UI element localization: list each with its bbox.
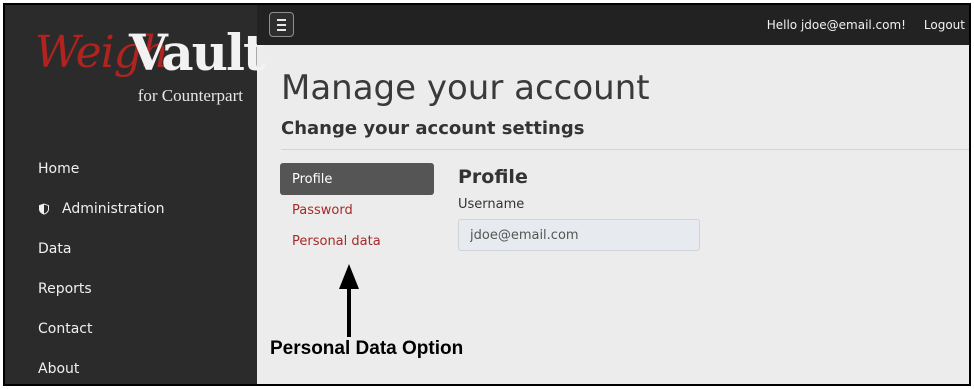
page-title: Manage your account (281, 68, 650, 108)
sidebar-item-reports[interactable]: Reports (38, 269, 164, 309)
shield-icon (38, 203, 50, 215)
sidebar-item-about[interactable]: About (38, 349, 164, 384)
menu-icon[interactable] (269, 12, 294, 37)
sidebar-item-label: Home (38, 161, 80, 177)
user-greeting[interactable]: Hello jdoe@email.com! (767, 18, 906, 32)
top-navbar: Hello jdoe@email.com! Logout (257, 5, 969, 45)
sidebar-item-label: Administration (62, 201, 165, 217)
logo[interactable]: Weigh Vault for Counterpart (25, 23, 266, 115)
sidebar-item-home[interactable]: Home (38, 149, 164, 189)
tab-personal-data[interactable]: Personal data (280, 226, 434, 257)
sidebar-item-label: Data (38, 241, 72, 257)
username-label: Username (458, 197, 525, 212)
sidebar-item-label: Contact (38, 321, 93, 337)
logo-vault-text: Vault (129, 23, 266, 82)
logo-tagline: for Counterpart (137, 86, 243, 105)
annotation-label: Personal Data Option (270, 338, 464, 359)
section-title: Profile (458, 166, 528, 188)
sidebar-item-label: Reports (38, 281, 92, 297)
sidebar-item-data[interactable]: Data (38, 229, 164, 269)
tab-password[interactable]: Password (280, 195, 434, 226)
tab-profile[interactable]: Profile (280, 163, 434, 195)
annotation-arrow-icon (339, 264, 359, 337)
app-window: Weigh Vault for Counterpart Home Adminis… (3, 3, 971, 386)
page-subtitle: Change your account settings (281, 118, 585, 139)
logout-link[interactable]: Logout (924, 18, 965, 32)
account-tabs: Profile Password Personal data (280, 163, 434, 257)
username-field[interactable] (458, 219, 700, 251)
divider (281, 149, 969, 150)
sidebar-item-contact[interactable]: Contact (38, 309, 164, 349)
sidebar-item-label: About (38, 361, 80, 377)
sidebar-nav: Home Administration Data Reports Contact… (38, 149, 164, 384)
sidebar: Weigh Vault for Counterpart Home Adminis… (5, 5, 266, 384)
sidebar-item-administration[interactable]: Administration (38, 189, 164, 229)
